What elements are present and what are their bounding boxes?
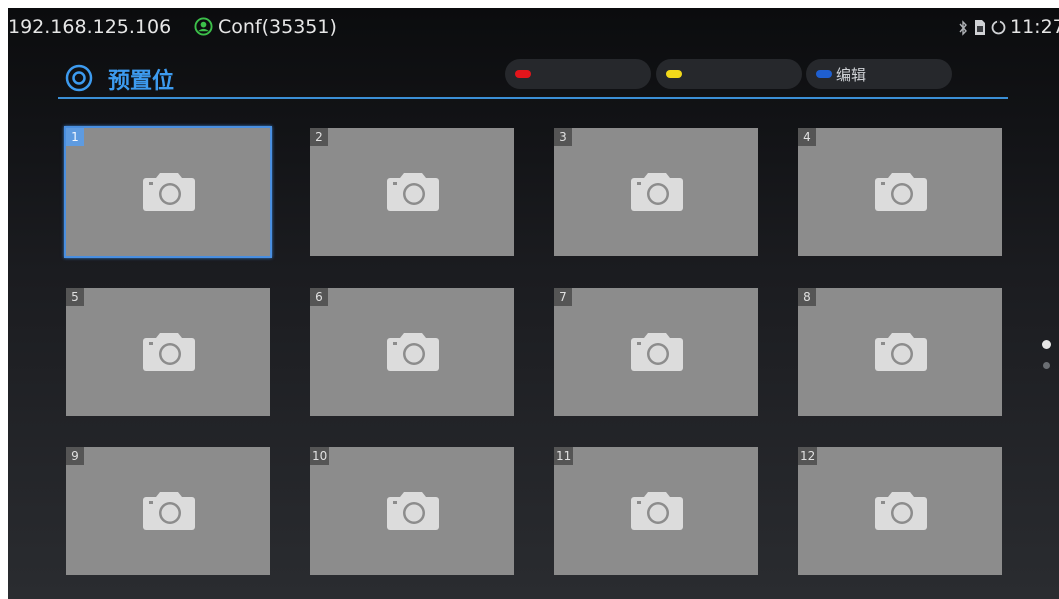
account-icon bbox=[194, 17, 213, 36]
camera-icon bbox=[631, 492, 683, 530]
preset-number: 10 bbox=[310, 447, 330, 465]
preset-number: 8 bbox=[798, 288, 816, 306]
camera-icon bbox=[387, 492, 439, 530]
yellow-key-button[interactable] bbox=[656, 59, 802, 89]
status-bar: 192.168.125.106 Conf(35351) 11:27 bbox=[8, 8, 1059, 48]
camera-icon bbox=[875, 333, 927, 371]
screen: 192.168.125.106 Conf(35351) 11:27 预置位 编辑… bbox=[8, 8, 1059, 599]
preset-tile[interactable]: 10 bbox=[310, 447, 514, 575]
page-dot[interactable] bbox=[1043, 362, 1050, 369]
preset-tile[interactable]: 7 bbox=[554, 288, 758, 416]
preset-number: 2 bbox=[310, 128, 328, 146]
preset-tile[interactable]: 1 bbox=[64, 126, 272, 258]
page-dot-active[interactable] bbox=[1042, 340, 1051, 349]
yellow-dot-icon bbox=[666, 70, 682, 78]
preset-tile[interactable]: 12 bbox=[798, 447, 1002, 575]
page-indicator bbox=[1042, 340, 1052, 376]
preset-number: 1 bbox=[66, 128, 84, 146]
bluetooth-icon bbox=[959, 20, 967, 36]
edit-key-label: 编辑 bbox=[836, 66, 867, 84]
red-dot-icon bbox=[515, 70, 531, 78]
edit-key-button[interactable]: 编辑 bbox=[806, 59, 952, 89]
blue-dot-icon bbox=[816, 70, 832, 78]
preset-number: 12 bbox=[798, 447, 818, 465]
camera-icon bbox=[387, 173, 439, 211]
preset-number: 3 bbox=[554, 128, 572, 146]
red-key-button[interactable] bbox=[505, 59, 651, 89]
sync-icon bbox=[991, 20, 1006, 35]
preset-tile[interactable]: 11 bbox=[554, 447, 758, 575]
preset-logo-icon bbox=[65, 64, 93, 92]
camera-icon bbox=[143, 492, 195, 530]
preset-tile[interactable]: 2 bbox=[310, 128, 514, 256]
preset-tile[interactable]: 5 bbox=[66, 288, 270, 416]
preset-number: 9 bbox=[66, 447, 84, 465]
preset-number: 11 bbox=[554, 447, 574, 465]
header-divider bbox=[58, 97, 1008, 99]
preset-number: 6 bbox=[310, 288, 328, 306]
page-title: 预置位 bbox=[108, 69, 175, 94]
preset-tile[interactable]: 8 bbox=[798, 288, 1002, 416]
preset-tile[interactable]: 9 bbox=[66, 447, 270, 575]
clock: 11:27 bbox=[1010, 16, 1059, 38]
camera-icon bbox=[875, 173, 927, 211]
conference-id: Conf(35351) bbox=[218, 16, 337, 38]
preset-tile[interactable]: 6 bbox=[310, 288, 514, 416]
ip-address: 192.168.125.106 bbox=[8, 16, 172, 38]
camera-icon bbox=[387, 333, 439, 371]
preset-tile[interactable]: 4 bbox=[798, 128, 1002, 256]
camera-icon bbox=[143, 173, 195, 211]
camera-icon bbox=[631, 333, 683, 371]
preset-number: 5 bbox=[66, 288, 84, 306]
preset-tile[interactable]: 3 bbox=[554, 128, 758, 256]
camera-icon bbox=[143, 333, 195, 371]
camera-icon bbox=[875, 492, 927, 530]
preset-number: 7 bbox=[554, 288, 572, 306]
sim-icon bbox=[975, 20, 985, 35]
camera-icon bbox=[631, 173, 683, 211]
preset-number: 4 bbox=[798, 128, 816, 146]
